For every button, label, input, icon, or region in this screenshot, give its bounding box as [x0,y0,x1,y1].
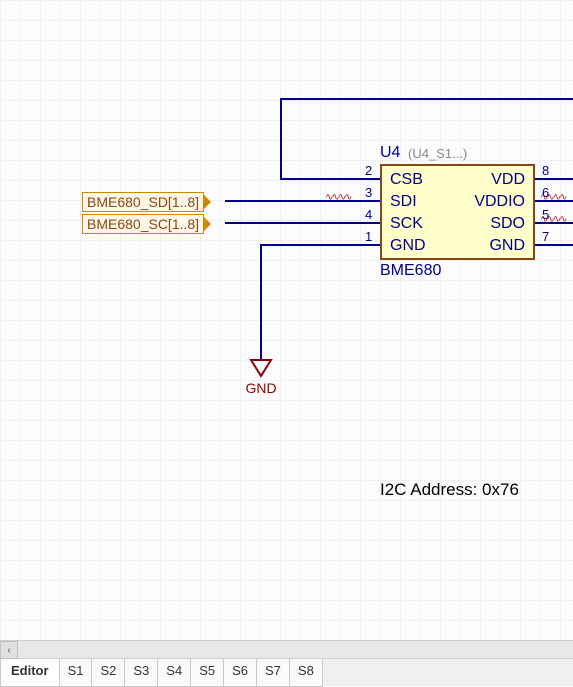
tab-s4[interactable]: S4 [157,659,191,687]
pin-name-sck: SCK [390,215,423,233]
pin-name-vddio: VDDIO [474,193,525,211]
tab-s5[interactable]: S5 [190,659,224,687]
netlabel-sck-text: BME680_SC[1..8] [87,216,199,232]
gnd-label: GND [244,380,278,396]
pin-name-gnd-r: GND [489,237,525,255]
wire [225,222,380,224]
sheet-tabs: Editor S1 S2 S3 S4 S5 S6 S7 S8 [0,659,573,687]
pin-num-5: 5 [542,207,549,222]
horizontal-scrollbar[interactable]: ‹ [0,641,573,659]
tab-s6[interactable]: S6 [223,659,257,687]
pin-name-sdi: SDI [390,193,417,211]
wire [225,200,380,202]
component-type: BME680 [380,262,441,280]
tab-s7[interactable]: S7 [256,659,290,687]
wire [535,244,573,246]
component-body[interactable]: CSB SDI SCK GND VDD VDDIO SDO GND [380,164,535,260]
gnd-power-port[interactable]: GND [244,358,278,396]
no-erc-zig: ∿∿∿∿ [325,192,351,203]
tab-s2[interactable]: S2 [91,659,125,687]
wire [260,244,262,359]
wire [280,98,282,178]
pin-num-7: 7 [542,229,549,244]
pin-name-vdd: VDD [491,171,525,189]
netlabel-sdi-text: BME680_SD[1..8] [87,194,199,210]
pin-num-4: 4 [365,207,372,222]
pin-num-6: 6 [542,185,549,200]
scroll-left-icon[interactable]: ‹ [0,641,18,659]
tab-editor[interactable]: Editor [0,659,60,687]
pin-name-gnd-l: GND [390,237,426,255]
wire [535,178,573,180]
netlabel-sdi[interactable]: BME680_SD[1..8] [82,192,204,212]
wire [280,178,380,180]
tab-s8[interactable]: S8 [289,659,323,687]
wire [260,244,380,246]
designator[interactable]: U4 [380,144,400,162]
component-comment: (U4_S1...) [408,146,467,161]
gnd-arrow-icon [244,358,278,378]
schematic-canvas[interactable]: ∿∿∿∿ ∿∿∿∿ ∿∿∿∿ BME680_SD[1..8] BME680_SC… [0,0,573,640]
netlabel-sck[interactable]: BME680_SC[1..8] [82,214,204,234]
tab-s3[interactable]: S3 [124,659,158,687]
pin-num-8: 8 [542,163,549,178]
pin-num-1: 1 [365,229,372,244]
tab-s1[interactable]: S1 [59,659,93,687]
text-note-i2c[interactable]: I2C Address: 0x76 [380,480,519,500]
bottom-bar: ‹ Editor S1 S2 S3 S4 S5 S6 S7 S8 [0,640,573,686]
pin-name-csb: CSB [390,171,423,189]
pin-name-sdo: SDO [490,215,525,233]
pin-num-2: 2 [365,163,372,178]
pin-num-3: 3 [365,185,372,200]
wire [280,98,573,100]
